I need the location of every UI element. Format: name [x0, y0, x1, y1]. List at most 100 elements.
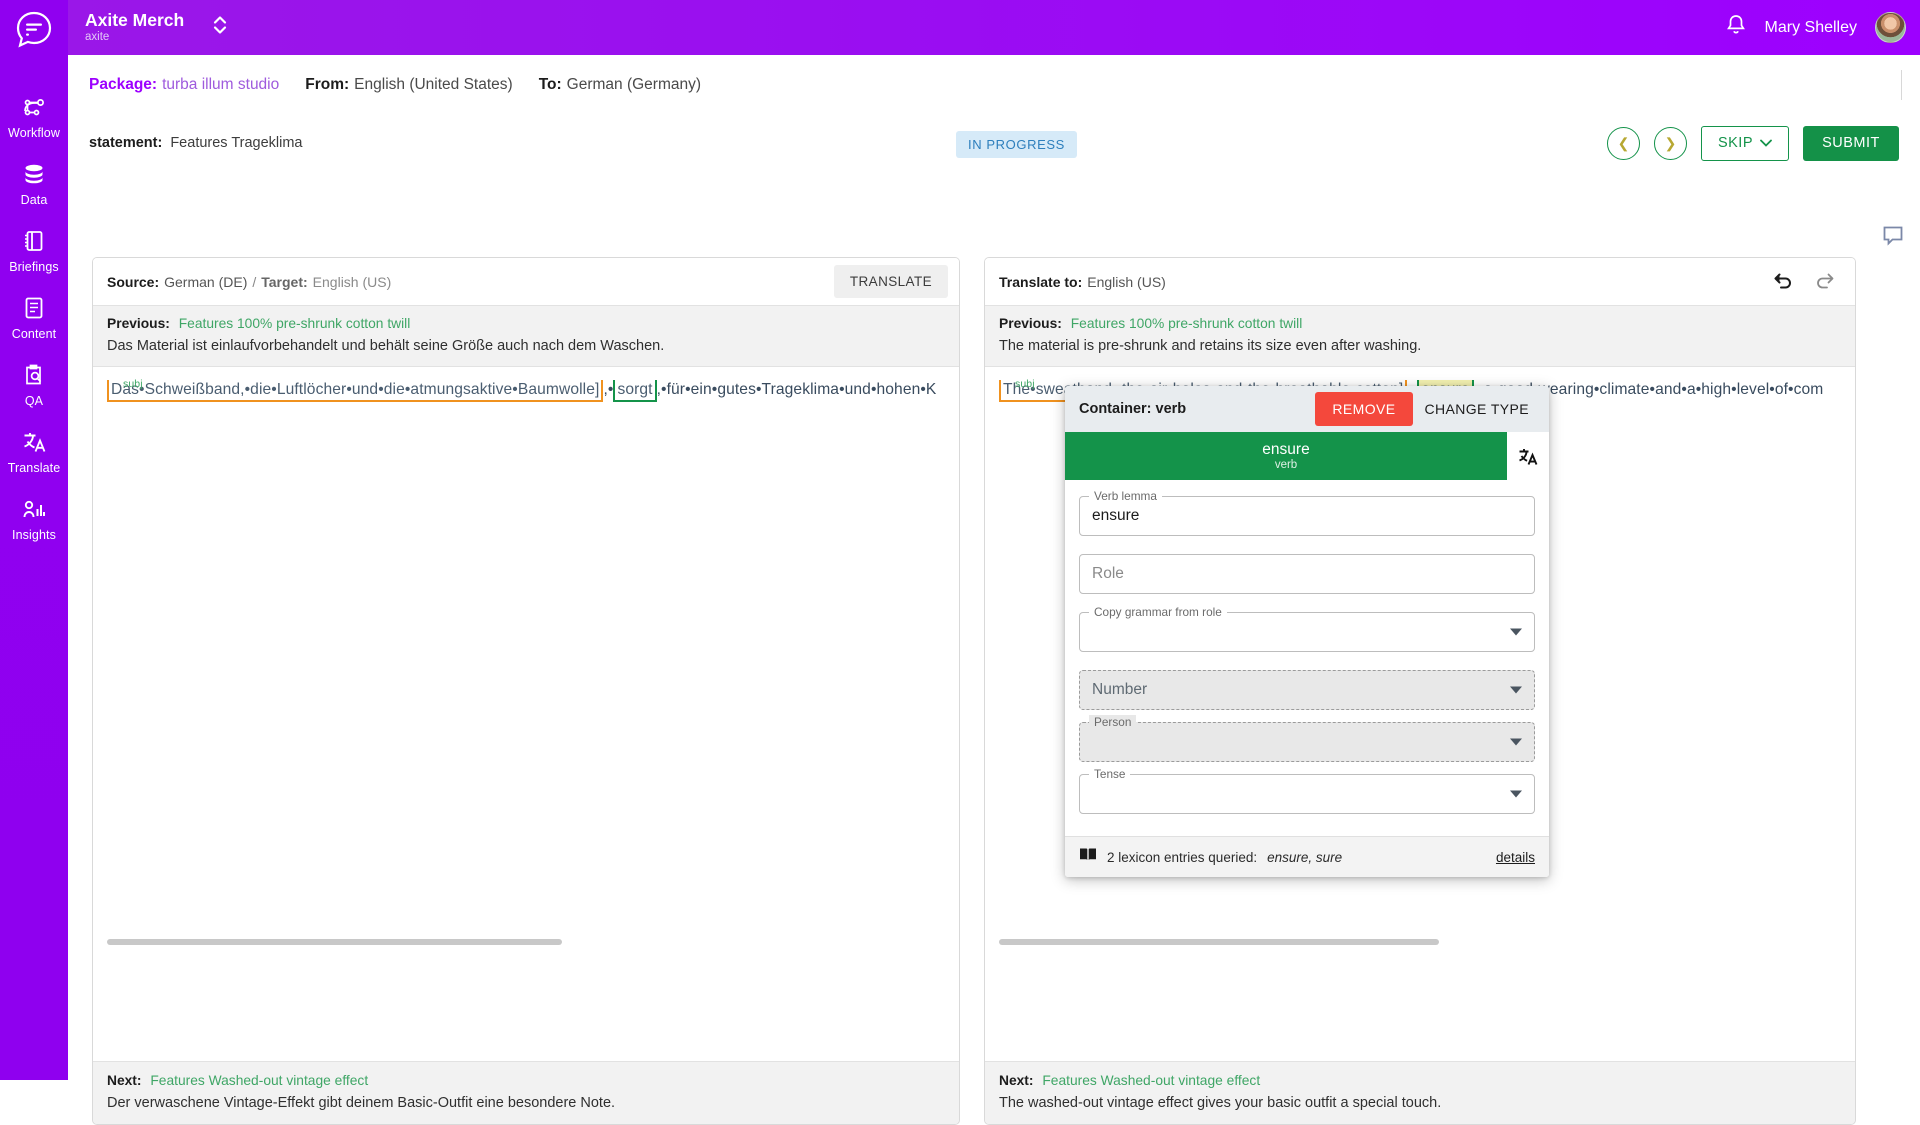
top-bar: Axite Merch axite Mary Shelley: [68, 0, 1920, 55]
sidebar-item-label: Briefings: [9, 260, 59, 274]
subj-tag: subj: [123, 378, 143, 390]
next-title[interactable]: Features Washed-out vintage effect: [1042, 1073, 1260, 1088]
package-label: Package:: [89, 76, 158, 93]
number-select[interactable]: Number: [1079, 670, 1535, 710]
lexicon-details-link[interactable]: details: [1496, 850, 1535, 865]
next-context-target: Next: Features Washed-out vintage effect…: [985, 1061, 1855, 1124]
package-value[interactable]: turba illum studio: [162, 76, 279, 94]
word-chip[interactable]: ensure verb: [1065, 432, 1507, 480]
sidebar-item-briefings[interactable]: Briefings: [0, 217, 68, 284]
translate-button[interactable]: TRANSLATE: [833, 265, 948, 298]
editor-history-actions: [1772, 270, 1844, 293]
translate-to-label: Translate to:: [999, 273, 1083, 290]
brand-title: Axite Merch: [85, 10, 185, 30]
subject-container[interactable]: Das•Schweißband,•die•Luftlöcher•und•die•…: [107, 380, 604, 402]
sidebar-item-content[interactable]: Content: [0, 284, 68, 351]
horizontal-scrollbar[interactable]: [999, 939, 1439, 945]
statement-bar: statement: Features Trageklima IN PROGRE…: [68, 115, 1920, 171]
next-title[interactable]: Features Washed-out vintage effect: [150, 1073, 368, 1088]
previous-statement-button[interactable]: ❮: [1607, 126, 1640, 160]
chevron-right-icon: ❯: [1664, 135, 1677, 151]
database-icon: [21, 161, 47, 187]
status-badge: IN PROGRESS: [956, 131, 1077, 158]
role-field[interactable]: Role: [1079, 554, 1535, 594]
copy-grammar-from-role-select[interactable]: Copy grammar from role: [1079, 605, 1535, 652]
sidebar-item-translate[interactable]: Translate: [0, 418, 68, 485]
verb-container[interactable]: sorgt: [613, 380, 657, 402]
next-context-source: Next: Features Washed-out vintage effect…: [93, 1061, 959, 1124]
notebook-icon: [21, 228, 47, 254]
role-placeholder: Role: [1092, 565, 1124, 582]
person-select[interactable]: Person: [1079, 715, 1535, 762]
previous-context-source: Previous: Features 100% pre-shrunk cotto…: [93, 306, 959, 367]
divider: [1901, 70, 1902, 100]
remove-button[interactable]: REMOVE: [1315, 392, 1413, 426]
chevron-down-icon: [1760, 139, 1772, 147]
subj-tag: subj: [1015, 378, 1035, 390]
translate-swap-icon[interactable]: [1507, 432, 1549, 480]
change-type-button[interactable]: CHANGE TYPE: [1413, 392, 1542, 426]
source-editor[interactable]: subj Das•Schweißband,•die•Luftlöcher•und…: [93, 367, 959, 951]
previous-text: The material is pre-shrunk and retains i…: [999, 338, 1422, 354]
tense-label: Tense: [1089, 767, 1131, 781]
redo-icon[interactable]: [1815, 270, 1836, 293]
chevron-down-icon: [1510, 628, 1522, 636]
previous-label: Previous:: [999, 316, 1062, 331]
verb-lemma-value: ensure: [1092, 507, 1140, 524]
sidebar-item-label: Content: [11, 327, 57, 341]
sidebar-item-label: Insights: [12, 528, 56, 542]
sidebar-item-label: Translate: [7, 461, 61, 475]
next-text: The washed-out vintage effect gives your…: [999, 1095, 1442, 1111]
undo-icon[interactable]: [1772, 270, 1793, 293]
popover-word-chip-row: ensure verb: [1065, 432, 1549, 480]
brand-block: Axite Merch axite: [85, 11, 184, 44]
user-name[interactable]: Mary Shelley: [1765, 19, 1857, 37]
from-value: English (United States): [354, 76, 513, 93]
tense-select[interactable]: Tense: [1079, 767, 1535, 814]
document-icon: [21, 295, 47, 321]
previous-title[interactable]: Features 100% pre-shrunk cotton twill: [1071, 316, 1303, 331]
chevron-up-down-icon[interactable]: [210, 12, 230, 43]
next-statement-button[interactable]: ❯: [1654, 126, 1687, 160]
avatar[interactable]: [1875, 12, 1906, 43]
chart-icon: [21, 496, 47, 522]
popover-header: Container: verb REMOVE CHANGE TYPE: [1065, 386, 1549, 432]
previous-title[interactable]: Features 100% pre-shrunk cotton twill: [179, 316, 411, 331]
app-logo-icon[interactable]: [12, 8, 56, 57]
workflow-icon: [21, 94, 47, 120]
previous-label: Previous:: [107, 316, 170, 331]
skip-button[interactable]: SKIP: [1701, 125, 1789, 161]
number-placeholder: Number: [1092, 681, 1148, 698]
verb-container-popover: Container: verb REMOVE CHANGE TYPE ensur…: [1065, 386, 1549, 877]
verb-lemma-field[interactable]: Verb lemma ensure: [1079, 489, 1535, 536]
next-label: Next:: [999, 1073, 1034, 1088]
separator: /: [252, 273, 257, 290]
copy-grammar-label: Copy grammar from role: [1089, 605, 1227, 619]
comment-icon[interactable]: [1882, 225, 1904, 252]
source-panel-header: Source: German (DE) / Target: English (U…: [93, 258, 959, 306]
to-info: To: German (Germany): [539, 76, 701, 94]
top-bar-right: Mary Shelley: [1725, 12, 1906, 43]
verb-lemma-label: Verb lemma: [1089, 489, 1162, 503]
separator-text: ,•: [603, 381, 614, 398]
sidebar-item-qa[interactable]: QA: [0, 351, 68, 418]
statement-value: Features Trageklima: [170, 135, 303, 151]
horizontal-scrollbar[interactable]: [107, 939, 562, 945]
book-icon: [1079, 847, 1097, 867]
source-annotated-sentence[interactable]: subj Das•Schweißband,•die•Luftlöcher•und…: [107, 378, 936, 402]
sidebar: Workflow Data Briefings Content QA Trans…: [0, 0, 68, 1080]
submit-button[interactable]: SUBMIT: [1803, 125, 1899, 161]
bell-icon[interactable]: [1725, 13, 1747, 42]
sidebar-item-workflow[interactable]: Workflow: [0, 83, 68, 150]
sidebar-item-data[interactable]: Data: [0, 150, 68, 217]
translate-icon: [21, 429, 47, 455]
popover-form: Verb lemma ensure Role Copy grammar from…: [1065, 480, 1549, 836]
chevron-down-icon: [1510, 738, 1522, 746]
sidebar-item-insights[interactable]: Insights: [0, 485, 68, 552]
chevron-down-icon: [1510, 686, 1522, 694]
sidebar-item-label: QA: [24, 394, 44, 408]
submit-label: SUBMIT: [1822, 135, 1880, 151]
statement-label: statement:: [89, 135, 163, 151]
lexicon-words: ensure, sure: [1267, 849, 1343, 865]
next-label: Next:: [107, 1073, 142, 1088]
